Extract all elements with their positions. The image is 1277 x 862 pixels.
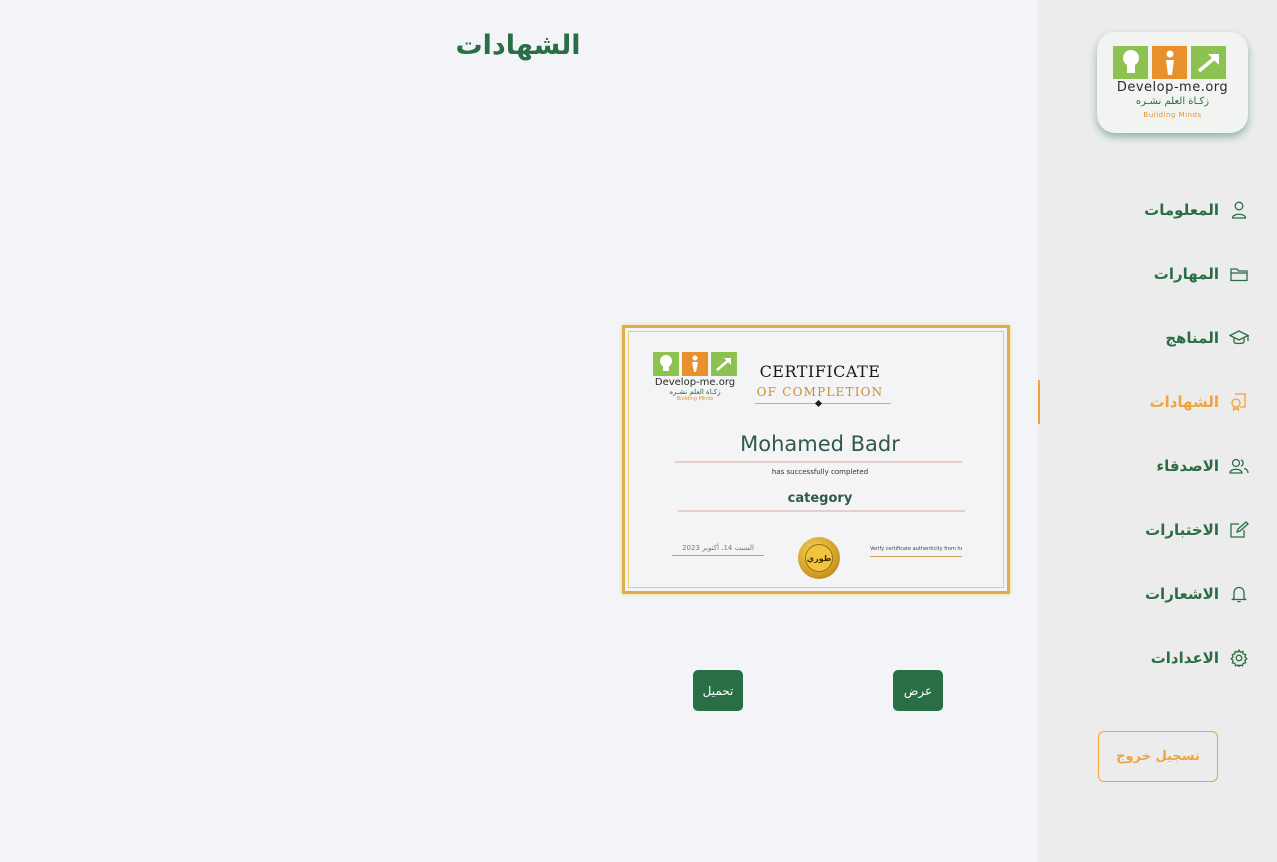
sidebar-item-notifications[interactable]: الاشعارات — [1038, 562, 1277, 626]
logout-button[interactable]: تسجيل خروج — [1098, 731, 1218, 782]
certificate-logo-subtitle: Building Minds — [676, 396, 714, 402]
sidebar: Develop-me.org زكـاة العلم نشـره Buildin… — [1038, 0, 1277, 862]
seal-icon: طوري — [798, 537, 840, 579]
users-icon — [1229, 456, 1249, 476]
divider — [755, 403, 891, 404]
logo[interactable]: Develop-me.org زكـاة العلم نشـره Buildin… — [1097, 32, 1248, 133]
course-name: category — [787, 491, 853, 506]
completed-text: has successfully completed — [771, 468, 869, 476]
sidebar-item-label: المعلومات — [1144, 201, 1219, 219]
divider — [870, 556, 962, 557]
seal-text: طوري — [805, 544, 833, 572]
certificate-logo-title: Develop-me.org — [654, 377, 736, 388]
sidebar-item-exams[interactable]: الاختبارات — [1038, 498, 1277, 562]
certificate-logo: Develop-me.org زكـاة العلم نشـره Buildin… — [649, 352, 741, 402]
verify-text: Verify certificate authenticity from her… — [870, 546, 962, 552]
sidebar-item-certificates[interactable]: الشهادات — [1038, 370, 1277, 434]
logo-subtitle: Building Minds — [1143, 111, 1202, 119]
lightbulb-icon — [1113, 46, 1148, 79]
bell-icon — [1229, 584, 1249, 604]
certificate-icon — [1229, 392, 1249, 412]
certificate-logo-arabic: زكـاة العلم نشـره — [669, 388, 721, 396]
sidebar-item-label: المهارات — [1153, 265, 1219, 283]
sidebar-item-label: الاعدادات — [1150, 649, 1219, 667]
sidebar-item-label: الاختبارات — [1145, 521, 1219, 539]
edit-icon — [1229, 520, 1249, 540]
certificate-subheading: OF COMPLETION — [756, 385, 884, 399]
certificate-preview: Develop-me.org زكـاة العلم نشـره Buildin… — [622, 325, 1010, 594]
view-button[interactable]: عرض — [893, 670, 943, 711]
sidebar-item-label: المناهج — [1165, 329, 1219, 347]
arrow-up-right-icon — [1191, 46, 1226, 79]
graduation-cap-icon — [1229, 328, 1249, 348]
folder-icon — [1229, 264, 1249, 284]
divider — [672, 555, 764, 556]
divider — [675, 461, 962, 463]
sidebar-item-label: الاصدقاء — [1156, 457, 1219, 475]
certificate-heading: CERTIFICATE — [759, 362, 881, 381]
certificate-date: السبت 14، أكتوبر 2023 — [682, 544, 754, 552]
logo-title: Develop-me.org — [1116, 80, 1229, 95]
sidebar-item-label: الاشعارات — [1144, 585, 1219, 603]
divider — [678, 510, 965, 512]
sidebar-item-friends[interactable]: الاصدقاء — [1038, 434, 1277, 498]
gear-icon — [1229, 648, 1249, 668]
lightbulb-icon — [653, 352, 679, 376]
sidebar-item-info[interactable]: المعلومات — [1038, 178, 1277, 242]
page-title: الشهادات — [455, 30, 581, 61]
person-icon — [682, 352, 708, 376]
sidebar-item-settings[interactable]: الاعدادات — [1038, 626, 1277, 690]
arrow-up-right-icon — [711, 352, 737, 376]
sidebar-item-curricula[interactable]: المناهج — [1038, 306, 1277, 370]
recipient-name: Mohamed Badr — [740, 432, 900, 456]
user-icon — [1229, 200, 1249, 220]
person-icon — [1152, 46, 1187, 79]
sidebar-item-label: الشهادات — [1149, 393, 1220, 411]
sidebar-nav: المعلومات المهارات المناهج الشهادات الاص… — [1038, 178, 1277, 690]
download-button[interactable]: تحميل — [693, 670, 743, 711]
sidebar-item-skills[interactable]: المهارات — [1038, 242, 1277, 306]
logo-arabic: زكـاة العلم نشـره — [1135, 96, 1210, 107]
